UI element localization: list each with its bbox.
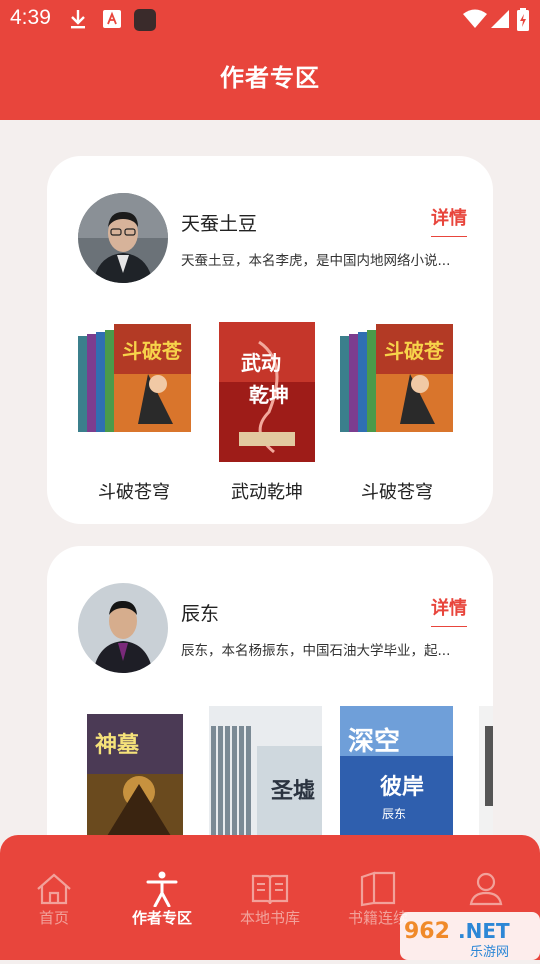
wifi-icon [463,9,487,28]
download-icon [71,10,85,29]
book-cover[interactable]: 斗破苍 [340,324,453,436]
nav-label: 本地书库 [239,909,300,927]
author-description: 天蚕土豆，本名李虎，是中国内地网络小说... [181,253,451,269]
page-title: 作者专区 [220,64,320,92]
book-cover[interactable]: 武动 乾坤 [219,322,315,466]
top-bar: 4:39 作者专区 [0,0,540,120]
svg-text:武动: 武动 [241,351,281,375]
book-open-icon [251,874,289,905]
svg-text:辰东: 辰东 [382,807,406,821]
book-title[interactable]: 斗破苍穹 [327,478,467,504]
book-title[interactable]: 斗破苍穹 [64,478,204,504]
nav-label: 首页 [38,909,69,927]
user-icon [469,872,503,906]
book-cover[interactable]: 神墓 [87,714,183,840]
svg-text:.NET: .NET [458,919,510,943]
author-description: 辰东，本名杨振东，中国石油大学毕业，起... [181,643,451,659]
signal-icon [491,10,509,28]
avatar [78,193,168,283]
battery-icon [517,8,529,31]
svg-text:斗破苍: 斗破苍 [384,339,445,363]
author-name: 天蚕土豆 [181,213,258,235]
watermark-logo: 962 .NET 乐游网 [400,908,540,960]
book-icon [360,871,396,907]
book-cover[interactable]: 圣墟 [209,706,322,840]
svg-text:神墓: 神墓 [95,732,140,758]
detail-link[interactable]: 详情 [431,204,467,237]
app-a-icon [103,10,121,28]
svg-text:彼岸: 彼岸 [380,774,424,800]
nav-label: 作者专区 [131,909,192,927]
detail-link[interactable]: 详情 [431,594,467,627]
nav-item-local-library[interactable]: 本地书库 [216,835,324,960]
svg-text:圣墟: 圣墟 [271,779,315,804]
nav-item-authors[interactable]: 作者专区 [108,835,216,960]
book-cover[interactable]: 斗破苍 [78,324,191,436]
book-cover[interactable] [479,706,493,840]
book-cover[interactable]: 深空 彼岸 辰东 [340,706,453,840]
book-title[interactable]: 武动乾坤 [197,478,337,504]
svg-text:深空: 深空 [348,726,400,757]
avatar [78,583,168,673]
status-time: 4:39 [10,6,51,29]
person-icon [146,871,178,907]
home-icon [37,873,71,905]
author-card[interactable]: 天蚕土豆 天蚕土豆，本名李虎，是中国内地网络小说... 详情 斗破苍 斗破苍穹 … [47,156,493,524]
app-square-icon [134,9,156,31]
status-bar: 4:39 [0,0,540,36]
svg-text:乾坤: 乾坤 [249,383,289,407]
svg-text:962: 962 [404,919,450,944]
author-name: 辰东 [181,603,220,625]
svg-text:乐游网: 乐游网 [470,945,509,960]
nav-item-home[interactable]: 首页 [0,835,108,960]
svg-text:斗破苍: 斗破苍 [122,339,183,363]
